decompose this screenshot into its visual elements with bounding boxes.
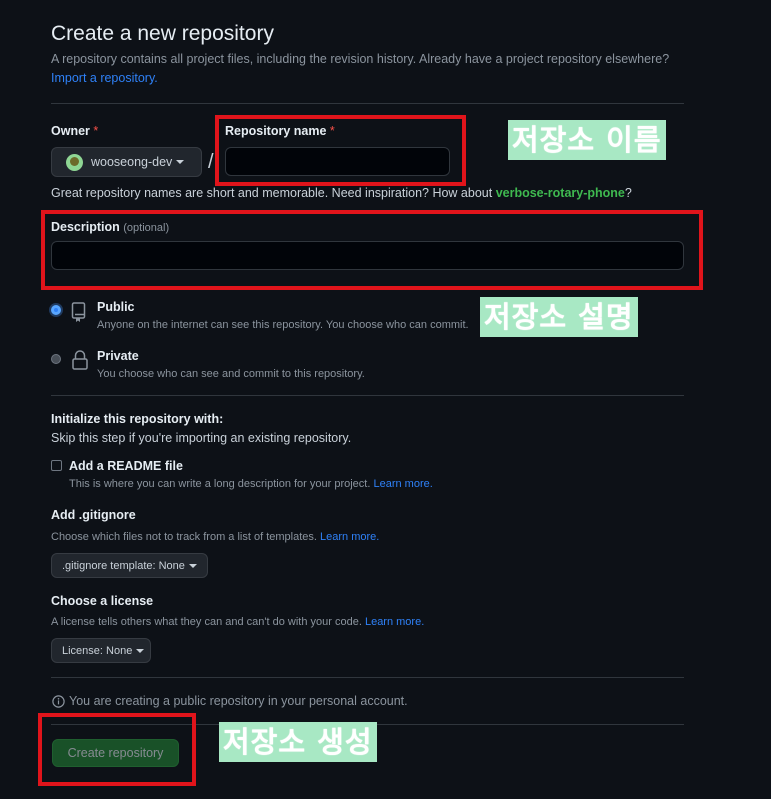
annotation-label-description: 저장소 설명 [480, 297, 638, 337]
gitignore-heading: Add .gitignore [51, 508, 136, 522]
repo-name-hint-suffix: ? [624, 186, 632, 200]
annotation-label-repo-name: 저장소 이름 [508, 120, 666, 160]
public-notice: You are creating a public repository in … [69, 694, 408, 708]
visibility-public-label: Public [97, 300, 135, 314]
owner-separator: / [208, 151, 214, 173]
license-select[interactable]: License: None [51, 638, 151, 663]
repo-name-hint-prefix: Great repository names are short and mem… [51, 186, 493, 200]
info-icon [52, 695, 65, 713]
readme-desc-text: This is where you can write a long descr… [69, 478, 371, 490]
gitignore-desc-text: Choose which files not to track from a l… [51, 531, 317, 543]
page-description-text: A repository contains all project files,… [51, 52, 670, 66]
gitignore-template-label: .gitignore template: None [62, 559, 185, 572]
page-title: Create a new repository [51, 22, 274, 45]
chevron-down-icon [176, 160, 185, 164]
chevron-down-icon [136, 648, 145, 653]
license-learn-more-link[interactable]: Learn more. [365, 616, 424, 628]
license-desc-text: A license tells others what they can and… [51, 616, 362, 628]
init-heading: Initialize this repository with: [51, 412, 224, 426]
repo-name-hint: Great repository names are short and mem… [51, 186, 632, 200]
gitignore-desc: Choose which files not to track from a l… [51, 531, 379, 543]
license-heading: Choose a license [51, 594, 154, 608]
required-mark: * [93, 124, 99, 138]
license-select-label: License: None [62, 644, 133, 657]
divider [51, 103, 684, 104]
annotation-box-description [41, 210, 703, 290]
repo-name-suggestion[interactable]: verbose-rotary-phone [496, 186, 625, 200]
visibility-private-radio[interactable] [51, 354, 61, 364]
import-repository-link[interactable]: Import a repository. [51, 71, 158, 85]
readme-learn-more-link[interactable]: Learn more. [373, 478, 432, 490]
owner-label-text: Owner [51, 124, 90, 138]
readme-desc: This is where you can write a long descr… [69, 478, 433, 490]
page-description: A repository contains all project files,… [51, 52, 669, 85]
annotation-box-repo-name [215, 115, 466, 186]
divider [51, 677, 684, 678]
owner-select[interactable]: wooseong-dev [51, 147, 202, 177]
readme-checkbox[interactable] [51, 460, 62, 471]
license-desc: A license tells others what they can and… [51, 616, 424, 628]
divider [51, 395, 684, 396]
gitignore-template-select[interactable]: .gitignore template: None [51, 553, 208, 578]
lock-icon [71, 349, 89, 376]
visibility-public-desc: Anyone on the internet can see this repo… [97, 319, 469, 331]
avatar [66, 153, 83, 171]
annotation-box-create [38, 713, 196, 786]
owner-selected: wooseong-dev [91, 155, 173, 169]
repo-icon [71, 302, 87, 327]
visibility-private-desc: You choose who can see and commit to thi… [97, 368, 365, 380]
chevron-down-icon [188, 563, 197, 568]
gitignore-learn-more-link[interactable]: Learn more. [320, 531, 379, 543]
owner-label: Owner * [51, 124, 98, 138]
annotation-label-create: 저장소 생성 [219, 722, 377, 762]
visibility-public-radio[interactable] [51, 305, 61, 315]
init-subheading: Skip this step if you're importing an ex… [51, 431, 352, 445]
visibility-private-label: Private [97, 349, 139, 363]
readme-label[interactable]: Add a README file [69, 459, 183, 473]
